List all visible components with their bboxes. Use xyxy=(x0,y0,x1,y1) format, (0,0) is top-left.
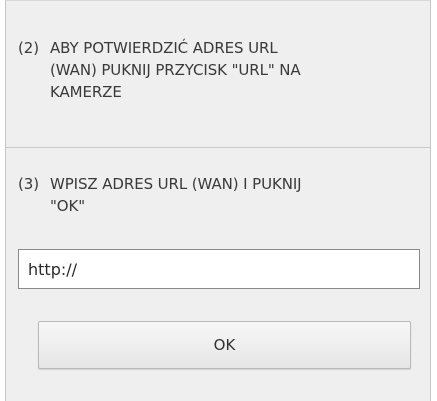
step-2-text-line-1: ABY POTWIERDZIĆ ADRES URL xyxy=(50,39,278,57)
step-3-line-1: (3) WPISZ ADRES URL (WAN) I PUKNIJ xyxy=(18,173,423,195)
step-2-text-line-3: KAMERZE xyxy=(50,83,122,101)
step-2-text-line-2: (WAN) PUKNIJ PRZYCISK "URL" NA xyxy=(50,61,301,79)
step-3-number: (3) xyxy=(18,175,39,193)
ok-button-label: OK xyxy=(213,336,236,354)
url-entry-dialog: (2) ABY POTWIERDZIĆ ADRES URL (WAN) PUKN… xyxy=(5,0,431,401)
screen: (2) ABY POTWIERDZIĆ ADRES URL (WAN) PUKN… xyxy=(0,0,437,401)
ok-button[interactable]: OK xyxy=(38,321,411,369)
step-3-line-2: "OK" xyxy=(18,195,423,217)
url-input[interactable] xyxy=(18,249,420,289)
section-divider xyxy=(6,147,430,148)
step-2-number: (2) xyxy=(18,39,39,57)
step-3-instruction: (3) WPISZ ADRES URL (WAN) I PUKNIJ "OK" xyxy=(18,173,423,217)
step-2-line-1: (2) ABY POTWIERDZIĆ ADRES URL xyxy=(18,37,423,59)
step-3-text-line-2: "OK" xyxy=(50,197,86,215)
step-3-text-line-1: WPISZ ADRES URL (WAN) I PUKNIJ xyxy=(50,175,302,193)
step-2-line-2: (WAN) PUKNIJ PRZYCISK "URL" NA xyxy=(18,59,423,81)
step-2-line-3: KAMERZE xyxy=(18,81,423,103)
step-2-instruction: (2) ABY POTWIERDZIĆ ADRES URL (WAN) PUKN… xyxy=(18,37,423,103)
